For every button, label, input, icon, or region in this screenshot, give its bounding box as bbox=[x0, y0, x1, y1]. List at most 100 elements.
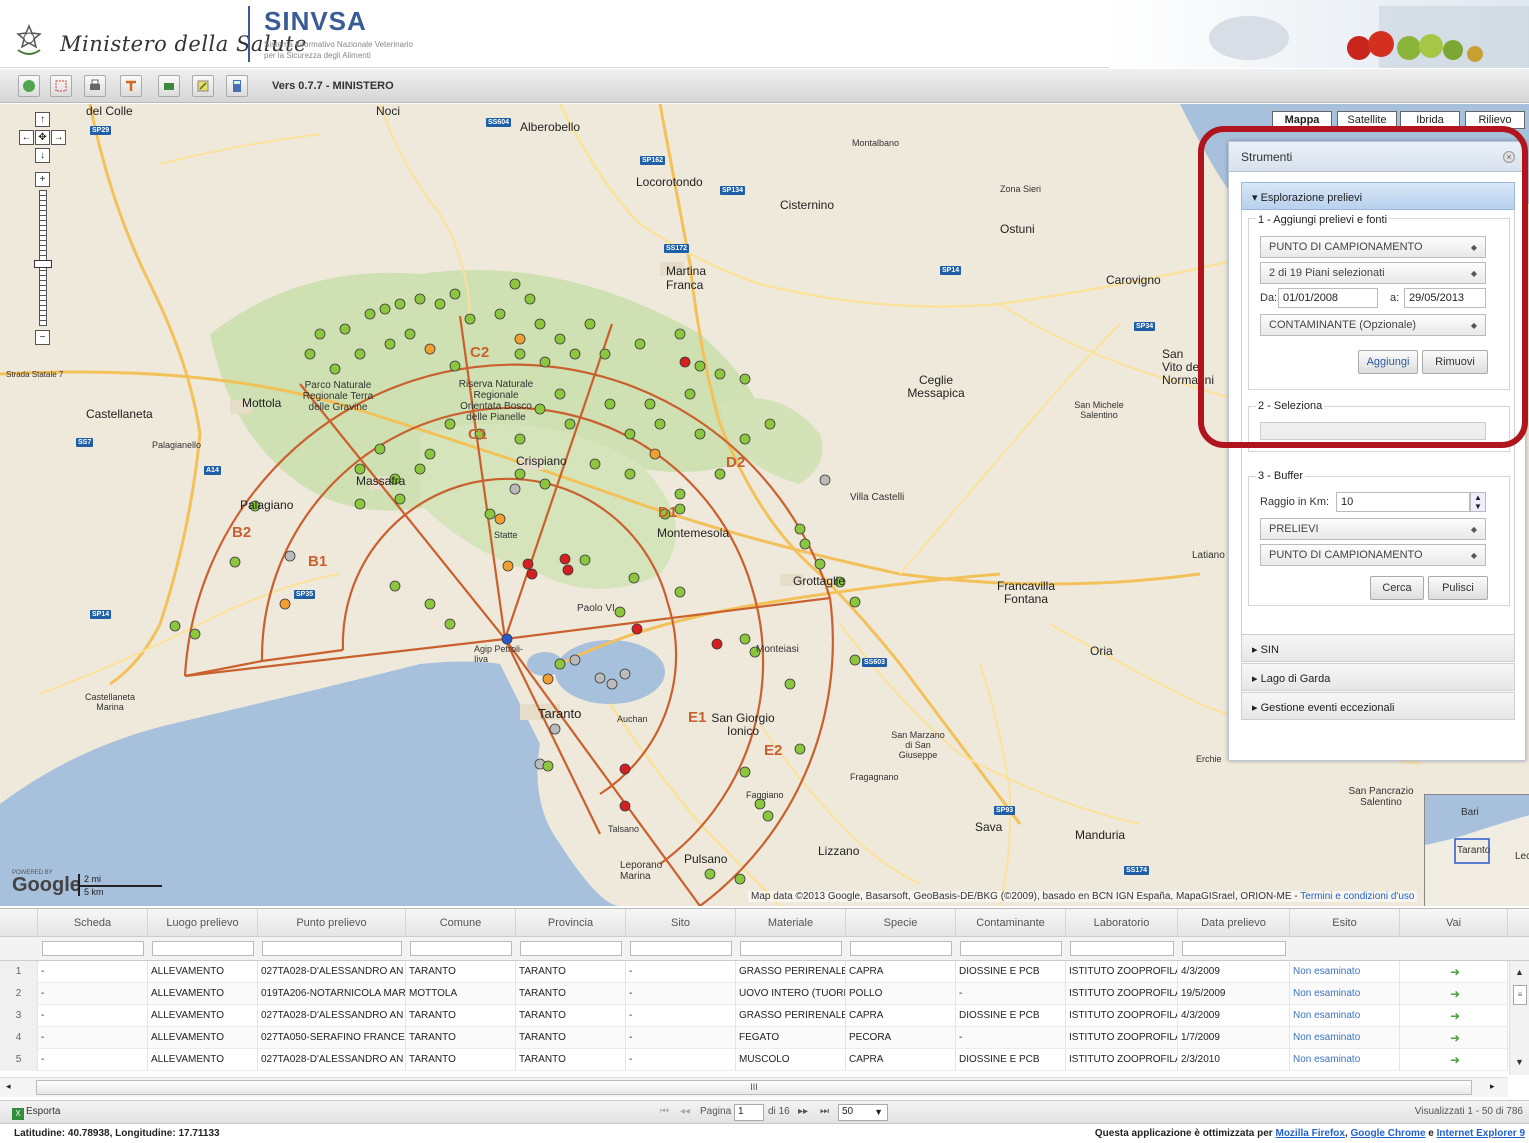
table-row[interactable]: 4- ALLEVAMENTO 027TA050-SERAFINO FRANCE TAR… bbox=[0, 1027, 1508, 1049]
go-arrow-icon[interactable]: ➜ bbox=[1400, 961, 1508, 983]
column-header[interactable]: Contaminante bbox=[956, 909, 1066, 937]
cell-luogo: ALLEVAMENTO bbox=[148, 1049, 258, 1071]
export-button[interactable]: X Esporta bbox=[12, 1106, 60, 1120]
scroll-thumb-horizontal[interactable]: III bbox=[36, 1080, 1472, 1095]
print-icon[interactable] bbox=[84, 75, 106, 97]
go-arrow-icon[interactable]: ➜ bbox=[1400, 1049, 1508, 1071]
page-number-input[interactable]: 1 bbox=[734, 1104, 764, 1121]
column-header[interactable]: Luogo prelievo bbox=[148, 909, 258, 937]
accordion-lago-di-garda[interactable]: ▸ Lago di Garda bbox=[1241, 663, 1515, 691]
scroll-right-icon[interactable]: ▸ bbox=[1490, 1081, 1495, 1092]
buffer-prelievi-select[interactable]: PRELIEVI ◆ bbox=[1260, 518, 1486, 540]
filter-input[interactable] bbox=[630, 941, 732, 956]
accordion-sin[interactable]: ▸ SIN bbox=[1241, 634, 1515, 662]
pan-up-icon[interactable]: ↑ bbox=[35, 112, 50, 127]
calculator-icon[interactable] bbox=[226, 75, 248, 97]
go-arrow-icon[interactable]: ➜ bbox=[1400, 1005, 1508, 1027]
terms-link[interactable]: Termini e condizioni d'uso bbox=[1300, 891, 1414, 902]
filter-input[interactable] bbox=[410, 941, 512, 956]
go-arrow-icon[interactable]: ➜ bbox=[1400, 1027, 1508, 1049]
column-header[interactable]: Data prelievo bbox=[1178, 909, 1290, 937]
cell-materiale: GRASSO PERIRENALE bbox=[736, 961, 846, 983]
scroll-left-icon[interactable]: ◂ bbox=[6, 1081, 11, 1092]
column-header[interactable]: Scheda bbox=[38, 909, 148, 937]
filter-input[interactable] bbox=[740, 941, 842, 956]
filter-input[interactable] bbox=[960, 941, 1062, 956]
first-page-icon[interactable]: ⏮ bbox=[660, 1106, 669, 1117]
chrome-link[interactable]: Google Chrome bbox=[1351, 1128, 1426, 1139]
filter-input[interactable] bbox=[42, 941, 144, 956]
column-header[interactable]: Provincia bbox=[516, 909, 626, 937]
firefox-link[interactable]: Mozilla Firefox bbox=[1275, 1128, 1344, 1139]
page-size-select[interactable]: 50 ▼ bbox=[838, 1104, 888, 1121]
scroll-up-icon[interactable]: ▲ bbox=[1515, 967, 1524, 977]
cell-data: 1/7/2009 bbox=[1178, 1027, 1290, 1049]
filter-input[interactable] bbox=[520, 941, 622, 956]
zoom-slider-handle[interactable] bbox=[34, 260, 52, 268]
town-label: Montemesola bbox=[657, 526, 730, 540]
table-row[interactable]: 5- ALLEVAMENTO 027TA028-D'ALESSANDRO AN TAR… bbox=[0, 1049, 1508, 1071]
next-page-icon[interactable]: ▸▸ bbox=[798, 1106, 808, 1117]
accordion-gestione-eventi[interactable]: ▸ Gestione eventi eccezionali bbox=[1241, 692, 1515, 720]
town-label: del Colle bbox=[86, 104, 133, 118]
pulisci-button[interactable]: Pulisci bbox=[1428, 576, 1488, 600]
raggio-field[interactable]: 10 bbox=[1336, 492, 1470, 512]
grid-vertical-scrollbar[interactable]: ▲ ≡ ▼ bbox=[1509, 961, 1529, 1075]
cell-laboratorio: ISTITUTO ZOOPROFILA bbox=[1066, 1005, 1178, 1027]
column-header[interactable]: Laboratorio bbox=[1066, 909, 1178, 937]
raggio-spinner-icon[interactable]: ▲ ▼ bbox=[1470, 492, 1486, 512]
town-label: Leporano Marina bbox=[620, 860, 663, 882]
filter-input[interactable] bbox=[1070, 941, 1174, 956]
column-header[interactable]: Specie bbox=[846, 909, 956, 937]
filter-input[interactable] bbox=[850, 941, 952, 956]
pan-down-icon[interactable]: ↓ bbox=[35, 148, 50, 163]
ie-link[interactable]: Internet Explorer 9 bbox=[1437, 1128, 1525, 1139]
column-header[interactable]: Comune bbox=[406, 909, 516, 937]
measure-icon[interactable] bbox=[120, 75, 142, 97]
cell-specie: CAPRA bbox=[846, 1005, 956, 1027]
town-label: Palagiano bbox=[240, 498, 294, 512]
raggio-label: Raggio in Km: bbox=[1260, 496, 1330, 508]
pan-left-icon[interactable]: ← bbox=[19, 130, 34, 145]
road-badge: SS7 bbox=[76, 438, 94, 447]
page-label: Pagina bbox=[700, 1106, 732, 1117]
filter-input[interactable] bbox=[1182, 941, 1286, 956]
globe-icon[interactable] bbox=[18, 75, 40, 97]
column-header[interactable]: Materiale bbox=[736, 909, 846, 937]
zoom-in-icon[interactable]: + bbox=[35, 172, 50, 187]
buffer-punto-select[interactable]: PUNTO DI CAMPIONAMENTO ◆ bbox=[1260, 544, 1486, 566]
column-header[interactable]: Punto prelievo bbox=[258, 909, 406, 937]
town-label: Francavilla Fontana bbox=[996, 579, 1056, 606]
last-page-icon[interactable]: ⏭ bbox=[820, 1106, 829, 1117]
cell-provincia: TARANTO bbox=[516, 961, 626, 983]
cursor-coordinates: Latitudine: 40.78938, Longitudine: 17.71… bbox=[14, 1128, 220, 1139]
pan-right-icon[interactable]: → bbox=[51, 130, 66, 145]
table-row[interactable]: 3- ALLEVAMENTO 027TA028-D'ALESSANDRO AN TAR… bbox=[0, 1005, 1508, 1027]
road-badge: SS174 bbox=[1124, 866, 1150, 875]
filter-input[interactable] bbox=[152, 941, 254, 956]
scroll-thumb[interactable]: ≡ bbox=[1513, 985, 1527, 1005]
layers-icon[interactable] bbox=[158, 75, 180, 97]
grid-horizontal-scrollbar[interactable]: ◂ III ▸ bbox=[0, 1077, 1508, 1097]
zoom-slider[interactable] bbox=[39, 190, 47, 326]
prev-page-icon[interactable]: ◂◂ bbox=[680, 1106, 690, 1117]
select-box-icon[interactable] bbox=[50, 75, 72, 97]
column-header[interactable]: Sito bbox=[626, 909, 736, 937]
column-header[interactable]: Esito bbox=[1290, 909, 1400, 937]
filter-input[interactable] bbox=[262, 941, 402, 956]
results-grid: Scheda Luogo prelievo Punto prelievo Com… bbox=[0, 908, 1529, 1100]
cerca-button[interactable]: Cerca bbox=[1370, 576, 1424, 600]
table-row[interactable]: 2- ALLEVAMENTO 019TA206-NOTARNICOLA MAR MOT… bbox=[0, 983, 1508, 1005]
road-badge: SP134 bbox=[720, 186, 746, 195]
table-row[interactable]: 1- ALLEVAMENTO 027TA028-D'ALESSANDRO AN TAR… bbox=[0, 961, 1508, 983]
column-header[interactable]: Vai bbox=[1400, 909, 1508, 937]
cell-laboratorio: ISTITUTO ZOOPROFILA bbox=[1066, 1027, 1178, 1049]
scroll-down-icon[interactable]: ▼ bbox=[1515, 1057, 1524, 1067]
zoom-out-icon[interactable]: − bbox=[35, 330, 50, 345]
pan-center-icon[interactable]: ✥ bbox=[35, 130, 50, 145]
town-label: San Giorgio Ionico bbox=[711, 711, 775, 738]
cell-scheda: - bbox=[38, 1027, 148, 1049]
overview-map[interactable]: Bari Taranto Lecce bbox=[1424, 794, 1529, 906]
go-arrow-icon[interactable]: ➜ bbox=[1400, 983, 1508, 1005]
export-map-icon[interactable] bbox=[192, 75, 214, 97]
